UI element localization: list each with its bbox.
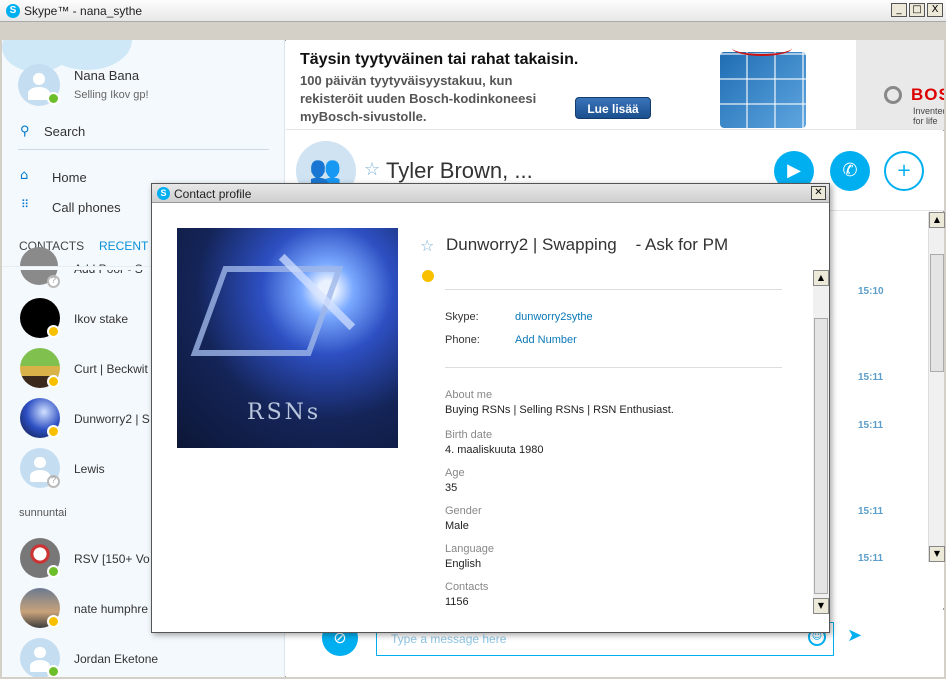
profile-display-name: Dunworry2 | Swapping - Ask for PM [446,235,729,254]
add-person-icon: + [896,160,912,181]
scroll-thumb[interactable] [814,318,828,594]
language-value: English [445,558,482,570]
send-arrow-icon: ➤ [847,625,863,646]
away-status-icon [47,375,60,388]
search-icon: ⚲ [20,123,30,138]
contacts-count-value: 1156 [445,596,469,608]
contact-profile-dialog: S Contact profile ✕ RSNs ☆ Dunworry2 | S… [151,183,830,633]
group-icon: 👥 [309,155,342,185]
ad-body-line: rekisteröit uuden Bosch-kodinkoneesi [300,91,537,106]
message-timestamp: 15:11 [858,372,884,383]
divider [445,367,782,368]
online-status-icon [47,92,60,105]
video-camera-icon: ▶ [787,160,801,181]
profile-picture-text: RSNs [247,400,322,425]
scroll-up-button[interactable]: ▲ [929,212,945,228]
favorite-star-icon[interactable]: ☆ [420,236,434,255]
gender-label: Gender [445,505,482,517]
message-timestamp: 15:11 [858,553,884,564]
ad-banner[interactable]: Täysin tyytyväinen tai rahat takaisin. 1… [286,40,944,130]
window-title: Skype™ - nana_sythe [24,4,143,18]
dialpad-icon: ⠿ [21,198,30,211]
chat-scrollbar[interactable]: ▲ ▼ [928,212,945,562]
scroll-down-button[interactable]: ▼ [813,598,829,614]
dialog-close-button[interactable]: ✕ [811,186,826,200]
profile-picture: RSNs [177,228,398,448]
maximize-button[interactable]: □ [909,3,925,17]
contact-name: RSV [150+ Vo [74,552,150,566]
my-name[interactable]: Nana Bana [74,68,139,83]
message-timestamp: 15:10 [858,286,884,297]
age-value: 35 [445,482,458,494]
favorite-star-icon[interactable]: ☆ [364,159,380,180]
nav-call-phones-label: Call phones [52,200,121,215]
window-titlebar: S Skype™ - nana_sythe _ □ X [0,0,946,22]
about-me-label: About me [445,389,493,401]
phone-icon: ✆ [842,160,858,181]
phone-label: Phone: [445,334,480,346]
bosch-brand: BOSCH [911,85,944,104]
bosch-logo-icon [884,86,902,104]
contact-name: Curt | Beckwit [74,362,148,376]
contact-name: Lewis [74,462,105,476]
skype-logo-icon: S [6,4,20,18]
birth-date-label: Birth date [445,429,493,441]
date-section-label: sunnuntai [19,507,67,519]
ad-cta-button[interactable]: Lue lisää [575,97,651,119]
age-label: Age [445,467,465,479]
profile-scrollbar[interactable]: ▲ ▼ [813,270,829,614]
language-label: Language [445,543,494,555]
ad-headline: Täysin tyytyväinen tai rahat takaisin. [300,51,579,68]
birth-date-value: 4. maaliskuuta 1980 [445,444,544,456]
close-window-button[interactable]: X [927,3,943,17]
add-contact-button[interactable]: + [884,151,924,191]
about-me-value: Buying RSNs | Selling RSNs | RSN Enthusi… [445,404,674,416]
minimize-button[interactable]: _ [891,3,907,17]
dialog-titlebar: S Contact profile ✕ [152,184,829,203]
call-button[interactable]: ✆ [830,151,870,191]
contact-name: Jordan Eketone [74,652,159,666]
skype-name-link[interactable]: dunworry2sythe [515,311,593,323]
gender-value: Male [445,520,469,532]
tab-recent[interactable]: RECENT [99,239,148,253]
contact-name: Dunworry2 | S [74,412,150,426]
away-status-icon [47,325,60,338]
online-status-icon [47,665,60,677]
divider [18,149,269,150]
unknown-status-icon [47,475,60,488]
logo-shape [190,266,344,356]
away-status-icon [47,615,60,628]
away-status-icon [422,270,434,282]
online-status-icon [47,565,60,578]
skype-label: Skype: [445,311,479,323]
divider [445,289,782,290]
contact-name: nate humphre [74,602,149,616]
message-timestamp: 15:11 [858,506,884,517]
conversation-title[interactable]: Tyler Brown, ... [386,158,533,184]
search-label: Search [44,124,86,139]
bosch-tagline: Invented for life [913,106,944,126]
ad-body: 100 päivän tyytyväisyystakuu, kun rekist… [300,72,580,126]
message-timestamp: 15:11 [858,420,884,431]
add-number-link[interactable]: Add Number [515,334,577,346]
nav-home-label: Home [52,170,87,185]
away-status-icon [47,425,60,438]
gift-cube-image [720,52,806,128]
scroll-down-button[interactable]: ▼ [929,546,945,562]
dialog-title: Contact profile [174,187,252,201]
scroll-thumb[interactable] [930,254,944,372]
skype-logo-icon: S [157,187,170,200]
send-button[interactable]: ➤ [847,625,862,646]
contact-name: Ikov stake [74,312,129,326]
contacts-count-label: Contacts [445,581,489,593]
unknown-status-icon [47,275,60,288]
my-mood-message[interactable]: Selling Ikov gp! [74,89,149,101]
ad-body-line: myBosch-sivustolle. [300,109,427,124]
scroll-up-button[interactable]: ▲ [813,270,829,286]
ad-body-line: 100 päivän tyytyväisyystakuu, kun [300,73,513,88]
gift-ribbon-image [732,40,792,56]
home-icon: ⌂ [20,168,29,183]
